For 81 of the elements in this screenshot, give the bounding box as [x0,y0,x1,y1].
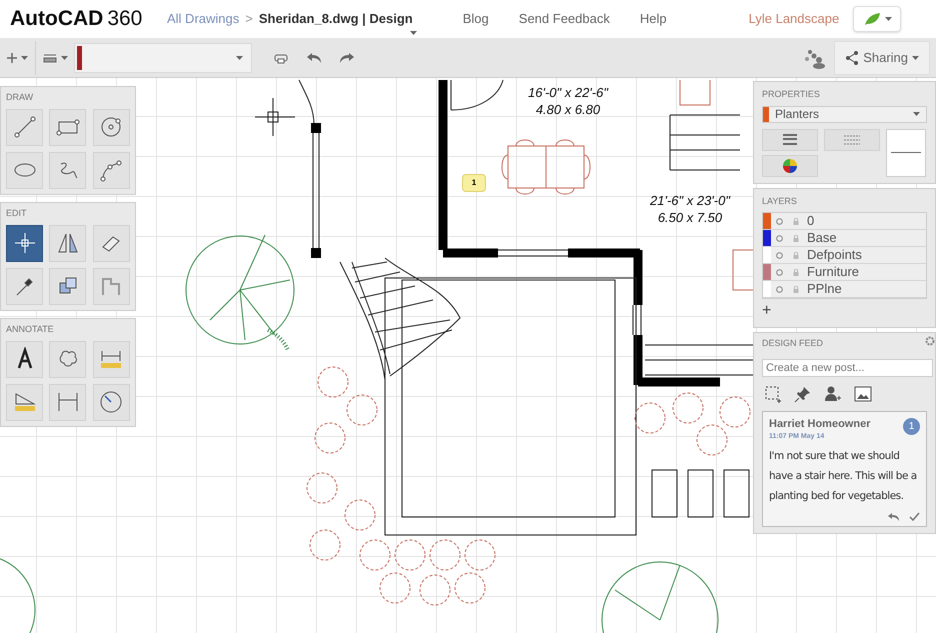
caret-icon [236,56,243,60]
account-button[interactable] [853,6,902,32]
dimension-label: 21'-6" x 23'-0" [650,192,730,209]
lineweight-icon [783,134,797,146]
panel-title: LAYERS [762,194,798,208]
visibility-icon[interactable] [776,252,783,258]
panel-title: DRAW [6,91,34,104]
panel-title: ANNOTATE [6,323,55,336]
layer-select[interactable]: Planters [762,106,927,122]
linetype-button[interactable] [824,128,880,150]
print-icon[interactable] [274,52,288,64]
layer-name: PPlne [807,280,842,298]
tool-button[interactable] [6,224,43,262]
undo-icon[interactable] [306,52,322,64]
layer-row[interactable]: Furniture [763,264,926,281]
mirror-icon [56,231,80,255]
comment-marker[interactable]: 1 [462,174,486,192]
polyline-icon [99,158,124,182]
visibility-icon[interactable] [776,218,783,224]
nav-link[interactable]: Help [640,9,667,29]
dimension-icon [56,390,80,414]
nav-link[interactable]: Blog [462,9,489,29]
layer-name: Furniture [807,263,860,282]
sharing-button[interactable]: Sharing [834,40,930,74]
reply-icon[interactable] [888,512,899,522]
layer-dropdown[interactable] [74,42,252,72]
line-preview [886,128,926,176]
crosshair-icon [12,231,36,255]
layer-name: Base [807,229,837,248]
layer-name: Planters [775,106,820,123]
nav-link[interactable]: Send Feedback [518,9,610,29]
post-badge: 1 [903,418,920,434]
image-icon[interactable] [854,386,872,402]
layer-name: Defpoints [807,246,862,264]
new-post-field[interactable]: Create a new post... [762,358,933,376]
post-text: I'm not sure that we should have a stair here. This will be a planting bed for vegetables. [769,448,918,504]
add-person-icon[interactable] [824,384,842,402]
caret-icon [60,56,68,60]
panel-title: DESIGN FEED [762,337,824,350]
visibility-icon[interactable] [776,268,783,276]
drawing-title[interactable]: Sheridan_8.dwg | Design [258,9,413,29]
add-layer-button[interactable]: + [762,302,772,320]
app-version: 360 [107,6,142,32]
plus-icon [7,52,17,62]
caret-icon [21,56,28,60]
circle-icon [99,115,124,139]
pin-icon[interactable] [794,384,812,402]
dimension-label: 16'-0" x 22'-6" [528,84,608,101]
dimension-label: 4.80 x 6.80 [536,101,600,118]
selection-icon[interactable] [764,384,782,402]
caret-icon [410,31,417,36]
layer-row[interactable]: 0 [763,213,926,230]
caret-icon [884,17,892,21]
line-icon [12,115,36,139]
color-button[interactable] [762,154,818,176]
app-name: AutoCAD [10,6,104,32]
settings-icon[interactable] [925,336,935,346]
layer-name: 0 [807,212,814,230]
breadcrumb-separator: > [245,10,253,28]
redo-icon[interactable] [339,52,355,64]
leaf-icon [862,12,881,26]
layer-row[interactable]: PPlne [763,281,926,298]
radius-icon [99,390,124,414]
color-wheel-icon [782,158,798,174]
dimension-label: 6.50 x 7.50 [658,209,722,226]
panel-title: EDIT [6,207,28,220]
post-author: Harriet Homeowner [769,416,870,432]
layer-row[interactable]: Defpoints [763,247,926,264]
panel-title: PROPERTIES [762,88,821,101]
check-icon[interactable] [909,512,920,522]
breadcrumb-link[interactable]: All Drawings [167,9,240,29]
linetype-icon [844,134,860,144]
caret-icon [913,112,920,116]
layer-color-bar [77,46,82,70]
visibility-icon[interactable] [776,234,783,242]
visibility-icon[interactable] [776,286,783,292]
lineweight-button[interactable] [762,128,818,150]
caret-icon [912,56,919,60]
layers-icon [42,52,56,62]
layer-row[interactable]: Base [763,230,926,247]
share-icon [845,50,860,64]
